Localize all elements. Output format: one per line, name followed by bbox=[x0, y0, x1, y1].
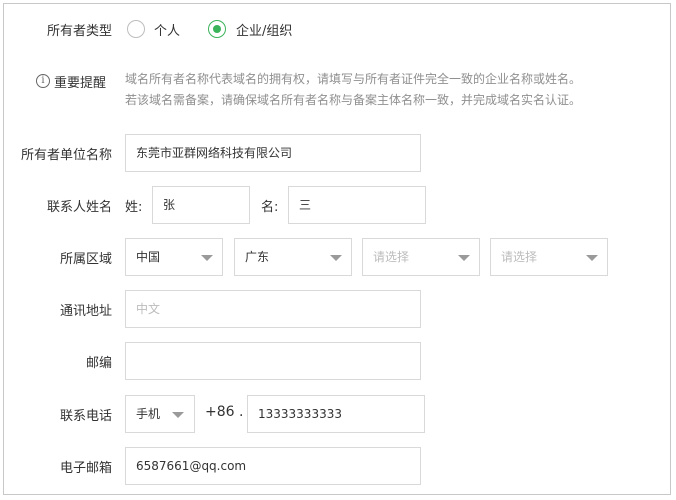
info-icon: i bbox=[36, 74, 50, 88]
district-placeholder: 请选择 bbox=[501, 250, 538, 264]
phone-label: 联系电话 bbox=[59, 409, 112, 424]
postcode-input[interactable] bbox=[125, 342, 421, 380]
org-name-input[interactable]: 东莞市亚群网络科技有限公司 bbox=[125, 134, 421, 172]
chevron-down-icon bbox=[172, 412, 184, 418]
email-label: 电子邮箱 bbox=[59, 461, 112, 476]
phone-type-select[interactable]: 手机 bbox=[125, 395, 195, 433]
radio-enterprise[interactable] bbox=[208, 20, 226, 38]
phone-number-input[interactable]: 13333333333 bbox=[247, 395, 425, 433]
chevron-down-icon bbox=[201, 255, 213, 261]
address-input[interactable]: 中文 bbox=[125, 290, 421, 328]
surname-label: 姓: bbox=[125, 200, 143, 215]
city-placeholder: 请选择 bbox=[373, 250, 410, 264]
radio-personal[interactable] bbox=[127, 20, 145, 38]
email-input[interactable]: 6587661@qq.com bbox=[125, 447, 421, 485]
notice-line-2: 若该域名需备案，请确保域名所有者名称与备案主体名称一致，并完成域名实名认证。 bbox=[125, 93, 582, 107]
province-value: 广东 bbox=[245, 250, 270, 264]
phone-type-value: 手机 bbox=[136, 407, 161, 421]
contact-label: 联系人姓名 bbox=[46, 200, 112, 215]
owner-type-label: 所有者类型 bbox=[46, 24, 112, 39]
phone-prefix: +86 . bbox=[205, 404, 244, 420]
notice-line-1: 域名所有者名称代表域名的拥有权，请填写与所有者证件完全一致的企业名称或姓名。 bbox=[125, 72, 582, 86]
address-label: 通讯地址 bbox=[59, 304, 112, 319]
given-name-label: 名: bbox=[261, 200, 279, 215]
chevron-down-icon bbox=[330, 255, 342, 261]
postcode-label: 邮编 bbox=[85, 356, 112, 371]
notice-title: 重要提醒 bbox=[54, 76, 107, 91]
radio-personal-label[interactable]: 个人 bbox=[154, 20, 180, 39]
given-name-input[interactable]: 三 bbox=[288, 186, 426, 224]
country-value: 中国 bbox=[136, 250, 161, 264]
region-label: 所属区域 bbox=[59, 252, 112, 267]
org-name-label: 所有者单位名称 bbox=[20, 148, 112, 163]
chevron-down-icon bbox=[586, 255, 598, 261]
surname-input[interactable]: 张 bbox=[152, 186, 250, 224]
radio-enterprise-label[interactable]: 企业/组织 bbox=[236, 20, 292, 39]
chevron-down-icon bbox=[458, 255, 470, 261]
address-placeholder: 中文 bbox=[136, 302, 161, 316]
